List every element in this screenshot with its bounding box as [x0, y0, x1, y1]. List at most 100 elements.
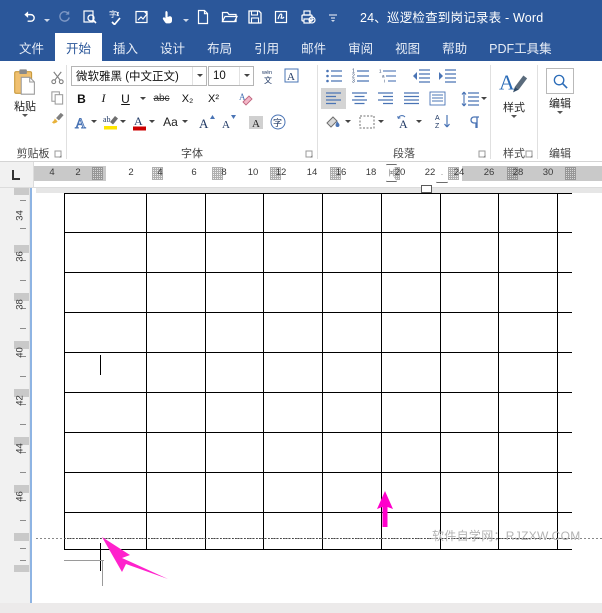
ruler-strip[interactable]: 4 2 2 4 6 8 10 12 14 16 18 20 22 24 26 2…: [34, 162, 602, 187]
subscript-label: X₂: [181, 92, 194, 105]
text-effects-button[interactable]: A: [71, 111, 92, 132]
italic-button[interactable]: I: [93, 88, 114, 109]
paste-button[interactable]: 粘贴: [3, 65, 47, 117]
shrink-font-button[interactable]: A: [218, 111, 239, 132]
align-center-button[interactable]: [347, 88, 372, 109]
vruler-number: 46: [14, 491, 26, 502]
spelling-check-icon[interactable]: 字: [103, 5, 129, 29]
customize-qat-icon[interactable]: [320, 5, 346, 29]
table-move-handle[interactable]: [421, 185, 432, 193]
tab-stop-selector[interactable]: [0, 162, 34, 187]
table-row[interactable]: [64, 393, 572, 433]
save-icon[interactable]: [242, 5, 268, 29]
format-painter-button[interactable]: [48, 108, 66, 126]
phonetic-guide-button[interactable]: wén 文: [255, 65, 280, 86]
tab-help[interactable]: 帮助: [431, 33, 478, 61]
strikethrough-button[interactable]: abc: [149, 88, 174, 109]
highlight-color-button[interactable]: ab: [100, 111, 121, 132]
borders-button[interactable]: [354, 111, 379, 132]
table-row[interactable]: [64, 433, 572, 473]
numbering-button[interactable]: 123: [348, 65, 373, 86]
table-row[interactable]: [64, 273, 572, 313]
document-area[interactable]: 34 36 38 40 42 44 46 50: [0, 185, 602, 613]
table-row[interactable]: [64, 473, 572, 513]
line-spacing-button[interactable]: [457, 88, 482, 109]
enclose-character-button[interactable]: 字: [267, 111, 288, 132]
subscript-button[interactable]: X₂: [175, 88, 200, 109]
justify-button[interactable]: [399, 88, 424, 109]
show-formatting-marks-button[interactable]: [461, 111, 486, 132]
redo-icon[interactable]: [51, 5, 77, 29]
decrease-indent-button[interactable]: [408, 65, 433, 86]
character-border-button[interactable]: A: [281, 65, 302, 86]
font-size-combo[interactable]: 10: [208, 65, 254, 86]
tab-references[interactable]: 引用: [243, 33, 290, 61]
editing-button[interactable]: 编辑: [538, 65, 582, 114]
bullets-button[interactable]: [321, 65, 346, 86]
tab-home[interactable]: 开始: [55, 33, 103, 61]
tab-review[interactable]: 审阅: [337, 33, 384, 61]
editing-dropdown-icon[interactable]: [557, 111, 563, 114]
clear-formatting-button[interactable]: A: [233, 88, 258, 109]
align-right-button[interactable]: [373, 88, 398, 109]
copy-button[interactable]: [48, 88, 66, 106]
multilevel-list-button[interactable]: 1ai: [375, 65, 400, 86]
print-icon[interactable]: [294, 5, 320, 29]
tab-mailings[interactable]: 邮件: [290, 33, 337, 61]
underline-dropdown-icon[interactable]: [137, 88, 148, 109]
vruler-number: 40: [14, 347, 26, 358]
character-shading-button[interactable]: A: [245, 111, 266, 132]
undo-icon[interactable]: [16, 5, 42, 29]
font-name-dropdown-icon[interactable]: [192, 66, 206, 85]
tab-design[interactable]: 设计: [149, 33, 196, 61]
tab-view[interactable]: 视图: [384, 33, 431, 61]
document-table[interactable]: [64, 185, 572, 550]
font-color-button[interactable]: A: [129, 111, 150, 132]
clipboard-dialog-launcher-icon[interactable]: [54, 150, 63, 159]
tab-layout[interactable]: 布局: [196, 33, 243, 61]
signature-icon[interactable]: [268, 5, 294, 29]
svg-text:A: A: [75, 116, 86, 131]
styles-dialog-launcher-icon[interactable]: [525, 150, 534, 159]
table-row[interactable]: [64, 313, 572, 353]
open-folder-icon[interactable]: [216, 5, 242, 29]
grow-font-button[interactable]: A: [196, 111, 217, 132]
chinese-layout-icon: A: [396, 115, 408, 130]
cut-button[interactable]: [48, 68, 66, 86]
table-row[interactable]: [64, 353, 572, 393]
ruler-number: 28: [512, 167, 524, 178]
touch-mode-dropdown-icon[interactable]: [181, 5, 190, 29]
paragraph-dialog-launcher-icon[interactable]: [478, 150, 487, 159]
chart-edit-icon[interactable]: [129, 5, 155, 29]
font-size-dropdown-icon[interactable]: [239, 66, 253, 85]
align-left-icon: [326, 92, 341, 105]
sort-button[interactable]: AZ: [430, 111, 455, 132]
align-left-button[interactable]: [321, 88, 346, 109]
styles-button[interactable]: A 样式: [491, 65, 537, 118]
change-case-button[interactable]: Aa: [158, 111, 183, 132]
chinese-layout-button[interactable]: A: [392, 111, 417, 132]
underline-button[interactable]: U: [115, 88, 136, 109]
font-dialog-launcher-icon[interactable]: [305, 150, 314, 159]
bold-button[interactable]: B: [71, 88, 92, 109]
horizontal-ruler[interactable]: 4 2 2 4 6 8 10 12 14 16 18 20 22 24 26 2…: [0, 162, 602, 188]
styles-dropdown-icon[interactable]: [511, 115, 517, 118]
print-preview-icon[interactable]: [77, 5, 103, 29]
font-name-combo[interactable]: 微软雅黑 (中文正文): [71, 65, 207, 86]
superscript-button[interactable]: X²: [201, 88, 226, 109]
table-row[interactable]: [64, 193, 572, 233]
touch-mode-icon[interactable]: [155, 5, 181, 29]
tab-pdf-tools[interactable]: PDF工具集: [478, 33, 563, 61]
right-indent-marker[interactable]: [436, 174, 448, 183]
table-row[interactable]: [64, 233, 572, 273]
find-icon-box[interactable]: [546, 68, 574, 94]
paste-dropdown-icon[interactable]: [22, 114, 28, 117]
vertical-ruler[interactable]: 34 36 38 40 42 44 46 50: [0, 188, 30, 613]
tab-file[interactable]: 文件: [8, 33, 55, 61]
undo-dropdown-icon[interactable]: [42, 5, 51, 29]
tab-insert[interactable]: 插入: [102, 33, 149, 61]
shading-button[interactable]: [321, 111, 346, 132]
new-document-icon[interactable]: [190, 5, 216, 29]
increase-indent-button[interactable]: [434, 65, 459, 86]
distribute-button[interactable]: [425, 88, 450, 109]
